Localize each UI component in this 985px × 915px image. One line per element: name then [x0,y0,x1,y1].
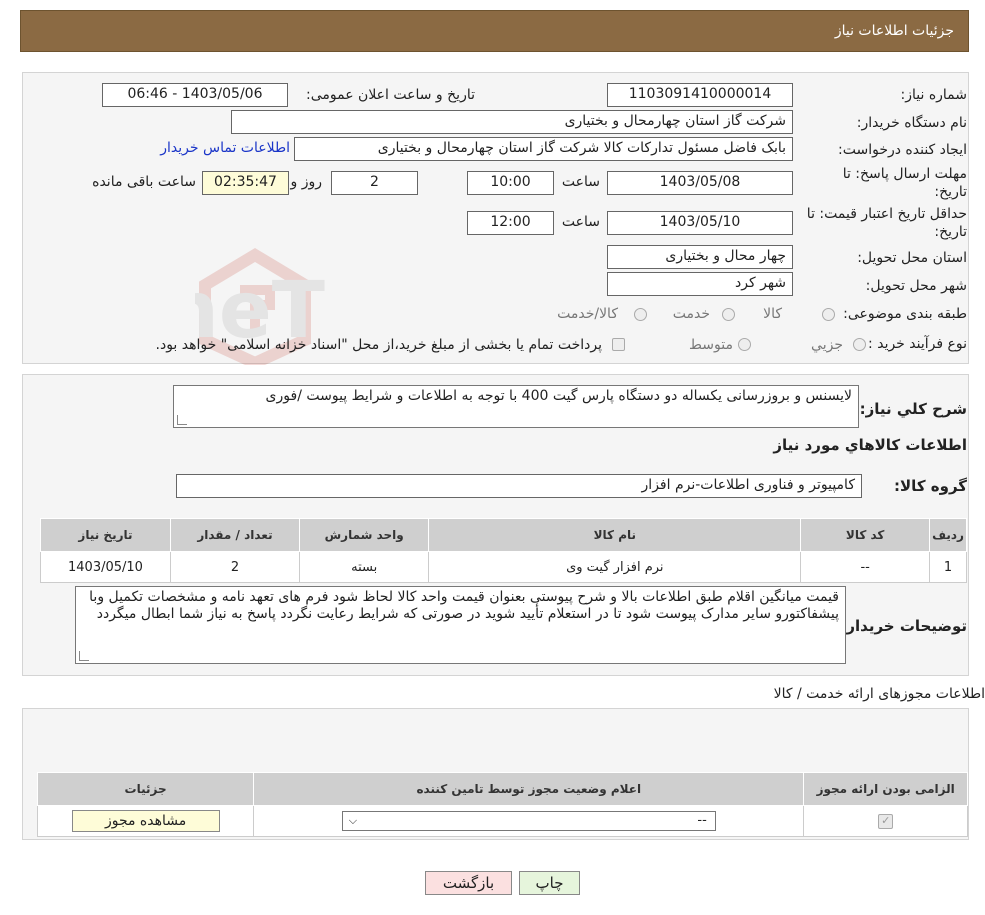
category-radio-service[interactable] [722,308,735,321]
goods-info-title: اطلاعات كالاهاي مورد نياز [773,436,967,454]
buyer-org-label: نام دستگاه خریدار: [856,115,967,131]
need-number-label: شماره نیاز: [900,87,968,103]
page-title: جزئیات اطلاعات نیاز [834,23,954,39]
category-label: طبقه بندی موضوعی: [843,306,967,322]
category-radio-goods-service[interactable] [634,308,647,321]
cell-details: مشاهده مجوز [36,805,255,837]
process-label: نوع فرآیند خرید : [868,336,967,352]
city-label: شهر محل تحویل: [865,278,967,294]
need-summary-textarea[interactable]: لایسنس و بروزرسانی یکساله دو دستگاه پارس… [173,385,859,428]
category-radio-goods[interactable] [822,308,835,321]
remaining-time-field: 02:35:47 [202,171,289,195]
process-option-medium: متوسط [689,337,733,353]
creator-label: ایجاد کننده درخواست: [838,142,967,158]
back-button[interactable]: بازگشت [425,871,512,895]
process-checkbox-treasury[interactable] [612,338,625,351]
validity-date-field: 1403/05/10 [607,211,793,235]
page-header: جزئیات اطلاعات نیاز [20,10,969,52]
deadline-label-date: تاریخ: [934,184,967,200]
category-option-goods-service: کالا/خدمت [557,306,618,322]
cell-quantity: 2 [169,551,301,583]
need-summary-text: لایسنس و بروزرسانی یکساله دو دستگاه پارس… [265,388,852,404]
creator-field: بابک فاضل مسئول تدارکات کالا شرکت گاز اس… [294,137,793,161]
col-name: نام کالا [428,518,802,552]
announce-label: تاریخ و ساعت اعلان عمومی: [306,87,475,103]
buyer-contact-link[interactable]: اطلاعات تماس خریدار [160,140,290,156]
days-label: روز و [290,174,323,190]
permit-status-value: -- [697,813,707,828]
process-radio-minor[interactable] [853,338,866,351]
cell-required: ✓ [803,805,968,837]
cell-code: -- [800,551,931,583]
deadline-label: مهلت ارسال پاسخ: تا [842,166,967,182]
announce-field: 1403/05/06 - 06:46 [102,83,288,107]
process-option-minor: جزیي [811,337,843,353]
cell-row: 1 [929,551,967,583]
validity-label: حداقل تاریخ اعتبار قیمت: تا [806,206,967,222]
permits-table: الزامی بودن ارائه مجوز اعلام وضعیت مجوز … [36,772,968,837]
table-row: 1 -- نرم افزار گیت وی بسته 2 1403/05/10 [40,551,967,583]
col-row: رديف [929,518,967,552]
chevron-down-icon: ⌵ [348,814,358,827]
resize-handle-icon[interactable] [177,415,187,425]
buyer-org-field: شرکت گاز استان چهارمحال و بختیاری [231,110,793,134]
need-summary-label: شرح كلي نياز: [859,400,967,418]
validity-time-label: ساعت [561,214,600,230]
payment-note: پرداخت تمام یا بخشی از مبلغ خرید،از محل … [155,337,602,353]
buyer-notes-textarea[interactable]: قیمت میانگین اقلام طبق اطلاعات بالا و شر… [75,586,846,664]
goods-table-header: رديف کد کالا نام کالا واحد شمارش تعداد /… [40,518,967,552]
permits-title: اطلاعات مجوزهای ارائه خدمت / کالا [773,686,985,702]
category-option-service: خدمت [672,306,710,322]
buyer-notes-label: توضیحات خریدار: [840,617,967,635]
days-field: 2 [331,171,418,195]
cell-unit: بسته [299,551,430,583]
permit-status-select[interactable]: -- ⌵ [341,811,716,831]
goods-group-label: گروه کالا: [894,477,967,495]
deadline-time-field: 10:00 [467,171,554,195]
province-field: چهار محال و بختیاری [607,245,793,269]
process-radio-medium[interactable] [738,338,751,351]
cell-status: -- ⌵ [253,805,805,837]
view-permit-button[interactable]: مشاهده مجوز [71,810,220,832]
goods-group-field: کامپیوتر و فناوری اطلاعات-نرم افزار [176,474,862,498]
cell-name: نرم افزار گیت وی [428,551,802,583]
col-quantity: تعداد / مقدار [169,518,301,552]
goods-table: رديف کد کالا نام کالا واحد شمارش تعداد /… [40,518,967,583]
remaining-label: ساعت باقی مانده [92,174,196,190]
col-unit: واحد شمارش [299,518,430,552]
validity-label-date: تاریخ: [934,224,967,240]
table-row: ✓ -- ⌵ مشاهده مجوز [36,805,968,837]
category-option-goods: کالا [763,306,782,322]
col-status: اعلام وضعیت مجوز توسط تامین کننده [253,772,805,806]
resize-handle-icon[interactable] [79,651,89,661]
deadline-time-label: ساعت [561,174,600,190]
cell-date: 1403/05/10 [40,551,171,583]
province-label: استان محل تحویل: [857,250,967,266]
col-date: تاریخ نیاز [40,518,171,552]
buyer-notes-text: قیمت میانگین اقلام طبق اطلاعات بالا و شر… [89,589,839,622]
validity-time-field: 12:00 [467,211,554,235]
need-number-field: 1103091410000014 [607,83,793,107]
col-details: جزئیات [36,772,255,806]
deadline-date-field: 1403/05/08 [607,171,793,195]
permits-table-header: الزامی بودن ارائه مجوز اعلام وضعیت مجوز … [36,772,968,806]
required-checkbox[interactable]: ✓ [878,814,894,829]
col-code: کد کالا [800,518,931,552]
print-button[interactable]: چاپ [519,871,580,895]
col-required: الزامی بودن ارائه مجوز [803,772,968,806]
city-field: شهر کرد [607,272,793,296]
